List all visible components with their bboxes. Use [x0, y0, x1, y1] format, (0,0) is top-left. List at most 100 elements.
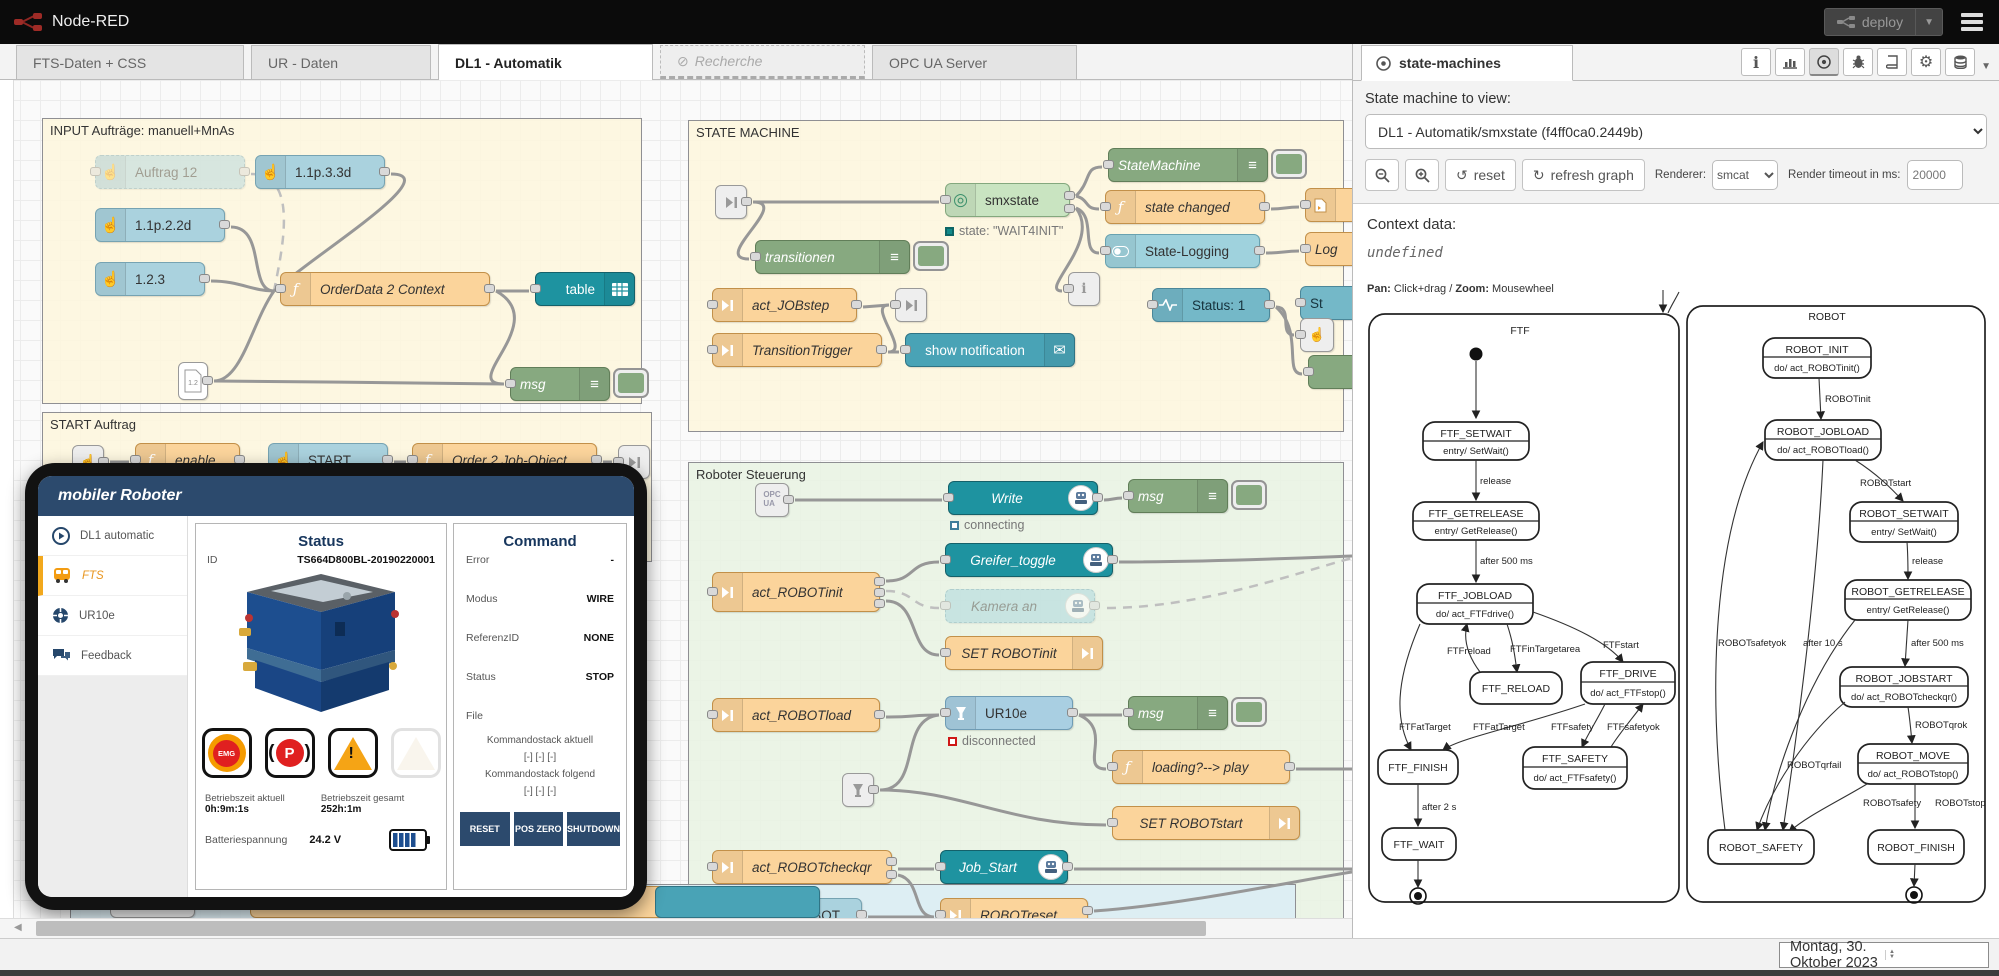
node-debug-msg2[interactable]: msg ≡: [1128, 479, 1228, 513]
tab-ur-daten[interactable]: UR - Daten: [251, 45, 431, 79]
tab-fts-daten[interactable]: FTS-Daten + CSS: [16, 45, 244, 79]
node-inject-auftrag12[interactable]: ☝ Auftrag 12: [95, 155, 245, 189]
node-inject-cut[interactable]: ☝: [1300, 318, 1334, 352]
node-statelogging[interactable]: State-Logging: [1105, 234, 1260, 268]
id-label: ID: [207, 554, 218, 566]
zoom-out-button[interactable]: [1365, 159, 1399, 191]
sidebar-options-caret[interactable]: ▼: [1981, 61, 1991, 72]
menu-item-fts[interactable]: FTS: [38, 556, 187, 596]
config-nodes-tab-button[interactable]: [1877, 48, 1907, 76]
warning-button[interactable]: !: [328, 728, 378, 778]
node-debug-statemachine[interactable]: StateMachine ≡: [1108, 148, 1268, 182]
brake-button[interactable]: (P): [265, 728, 315, 778]
tab-opc-ua-server[interactable]: OPC UA Server: [872, 45, 1077, 79]
node-link-act-jobstep[interactable]: act_JOBstep: [712, 288, 857, 322]
state-machine-tab-button[interactable]: [1809, 48, 1839, 76]
date-picker[interactable]: Montag, 30. Oktober 2023 ▲▼: [1779, 942, 1989, 968]
date-spinner[interactable]: ▲▼: [1885, 950, 1984, 960]
mobile-robot-dashboard: mobiler Roboter DL1 automatic FTS UR10e: [25, 463, 647, 910]
canvas-hscrollbar[interactable]: ◀: [0, 918, 1352, 938]
scroll-left-arrow[interactable]: ◀: [14, 922, 22, 933]
node-kamera-an[interactable]: Kamera an: [945, 589, 1095, 623]
renderer-select[interactable]: smcat: [1712, 160, 1778, 190]
reset-button[interactable]: RESET: [460, 812, 510, 846]
menu-item-dl1-automatic[interactable]: DL1 automatic: [38, 516, 187, 556]
svg-text:FTF_RELOAD: FTF_RELOAD: [1482, 683, 1551, 695]
hscrollbar-thumb[interactable]: [36, 921, 1206, 936]
debug-tab-button[interactable]: [1843, 48, 1873, 76]
info-tab-button[interactable]: i: [1741, 48, 1771, 76]
node-opcua-small[interactable]: OPCUA: [755, 483, 789, 517]
node-show-notification[interactable]: show notification ✉: [905, 333, 1075, 367]
menu-item-ur10e[interactable]: UR10e: [38, 596, 187, 636]
app-title: Node-RED: [52, 13, 129, 31]
node-link-in-small[interactable]: [715, 185, 747, 219]
emergency-stop-button[interactable]: EMG: [202, 728, 252, 778]
node-smxstate[interactable]: ◎ smxstate: [945, 183, 1070, 217]
node-inject-123[interactable]: ☝ 1.2.3: [95, 262, 205, 296]
shutdown-button[interactable]: SHUTDOWN: [567, 812, 620, 846]
node-link-act-robotinit[interactable]: act_ROBOTinit: [712, 572, 880, 612]
chart-tab-button[interactable]: [1775, 48, 1805, 76]
node-template-12[interactable]: 1.2: [178, 362, 208, 400]
node-job-start[interactable]: Job_Start: [940, 850, 1068, 884]
node-inject-11p33d[interactable]: ☝ 1.1p.3.3d: [255, 155, 385, 189]
node-debug-transitionen[interactable]: transitionen ≡: [755, 240, 910, 274]
deploy-options-caret[interactable]: ▼: [1915, 9, 1942, 35]
debug-toggle[interactable]: [1231, 697, 1267, 727]
node-link-transitiontrigger[interactable]: TransitionTrigger: [712, 333, 882, 367]
node-debug-msg[interactable]: msg ≡: [510, 367, 610, 401]
node-link-set-robotinit[interactable]: SET ROBOTinit: [945, 636, 1103, 670]
node-inject-11p22d[interactable]: ☝ 1.1p.2.2d: [95, 208, 225, 242]
node-info-small[interactable]: i: [1068, 272, 1100, 306]
node-link-act-robotload[interactable]: act_ROBOTload: [712, 698, 880, 732]
svg-text:FTF_DRIVE: FTF_DRIVE: [1599, 668, 1656, 680]
node-link-robotreset[interactable]: ROBOTreset: [940, 898, 1088, 918]
state-diagram[interactable]: FTF FTF_SETWAIT entry/ SetWait() release…: [1355, 290, 1997, 936]
node-function-statechanged[interactable]: ƒ state changed: [1105, 190, 1265, 224]
tab-state-machines[interactable]: state-machines: [1361, 45, 1573, 81]
node-log-cut[interactable]: Log: [1305, 232, 1352, 266]
refresh-graph-button[interactable]: ↻refresh graph: [1522, 159, 1645, 191]
settings-tab-button[interactable]: ⚙: [1911, 48, 1941, 76]
svg-text:ROBOTsafety: ROBOTsafety: [1863, 798, 1921, 809]
node-write[interactable]: Write: [948, 481, 1098, 515]
state-machine-select[interactable]: DL1 - Automatik/smxstate (f4ff0ca0.2449b…: [1365, 114, 1987, 149]
state-ftf-finish: FTF_FINISH: [1378, 750, 1458, 784]
node-table[interactable]: table: [535, 272, 635, 306]
node-status-ur10e: disconnected: [948, 734, 1036, 748]
info-icon: i: [1081, 281, 1086, 297]
node-function-orderdata[interactable]: ƒ OrderData 2 Context: [280, 272, 490, 306]
node-status-cut[interactable]: St: [1300, 286, 1352, 320]
menu-item-feedback[interactable]: Feedback: [38, 636, 187, 676]
node-status1[interactable]: Status: 1: [1152, 288, 1270, 322]
timeout-input[interactable]: [1907, 160, 1963, 190]
node-ur-small[interactable]: [842, 773, 874, 807]
reset-view-button[interactable]: ↺reset: [1445, 159, 1516, 191]
node-partial-teal[interactable]: [655, 886, 820, 918]
svg-text:entry/ SetWait(): entry/ SetWait(): [1871, 527, 1937, 538]
tab-dl1-automatik[interactable]: DL1 - Automatik: [438, 44, 653, 80]
main-menu-button[interactable]: [1961, 13, 1983, 31]
node-link-out-small[interactable]: [895, 288, 927, 322]
svg-text:FTFreload: FTFreload: [1447, 646, 1491, 657]
context-data-tab-button[interactable]: [1945, 48, 1975, 76]
node-file-cut[interactable]: [1305, 188, 1352, 222]
debug-toggle[interactable]: [1231, 480, 1267, 510]
node-link-act-robotcheckqr[interactable]: act_ROBOTcheckqr: [712, 850, 892, 884]
debug-toggle[interactable]: [613, 368, 649, 398]
pos-zero-button[interactable]: POS ZERO: [514, 812, 564, 846]
inject-hand-icon: ☝: [96, 263, 126, 295]
zoom-in-button[interactable]: [1405, 159, 1439, 191]
node-debug-msg3[interactable]: msg ≡: [1128, 696, 1228, 730]
node-debug-cut[interactable]: [1308, 355, 1352, 389]
debug-toggle[interactable]: [1271, 149, 1307, 179]
tab-recherche[interactable]: ⊘Recherche: [660, 45, 865, 79]
magnifier-plus-icon: [1415, 168, 1430, 183]
deploy-button[interactable]: deploy ▼: [1824, 8, 1943, 36]
node-function-loading-play[interactable]: ƒ loading?--> play: [1112, 750, 1290, 784]
debug-toggle[interactable]: [913, 241, 949, 271]
node-greifer-toggle[interactable]: Greifer_toggle: [945, 543, 1113, 577]
node-ur10e[interactable]: UR10e: [945, 696, 1073, 730]
node-link-set-robotstart[interactable]: SET ROBOTstart: [1112, 806, 1300, 840]
